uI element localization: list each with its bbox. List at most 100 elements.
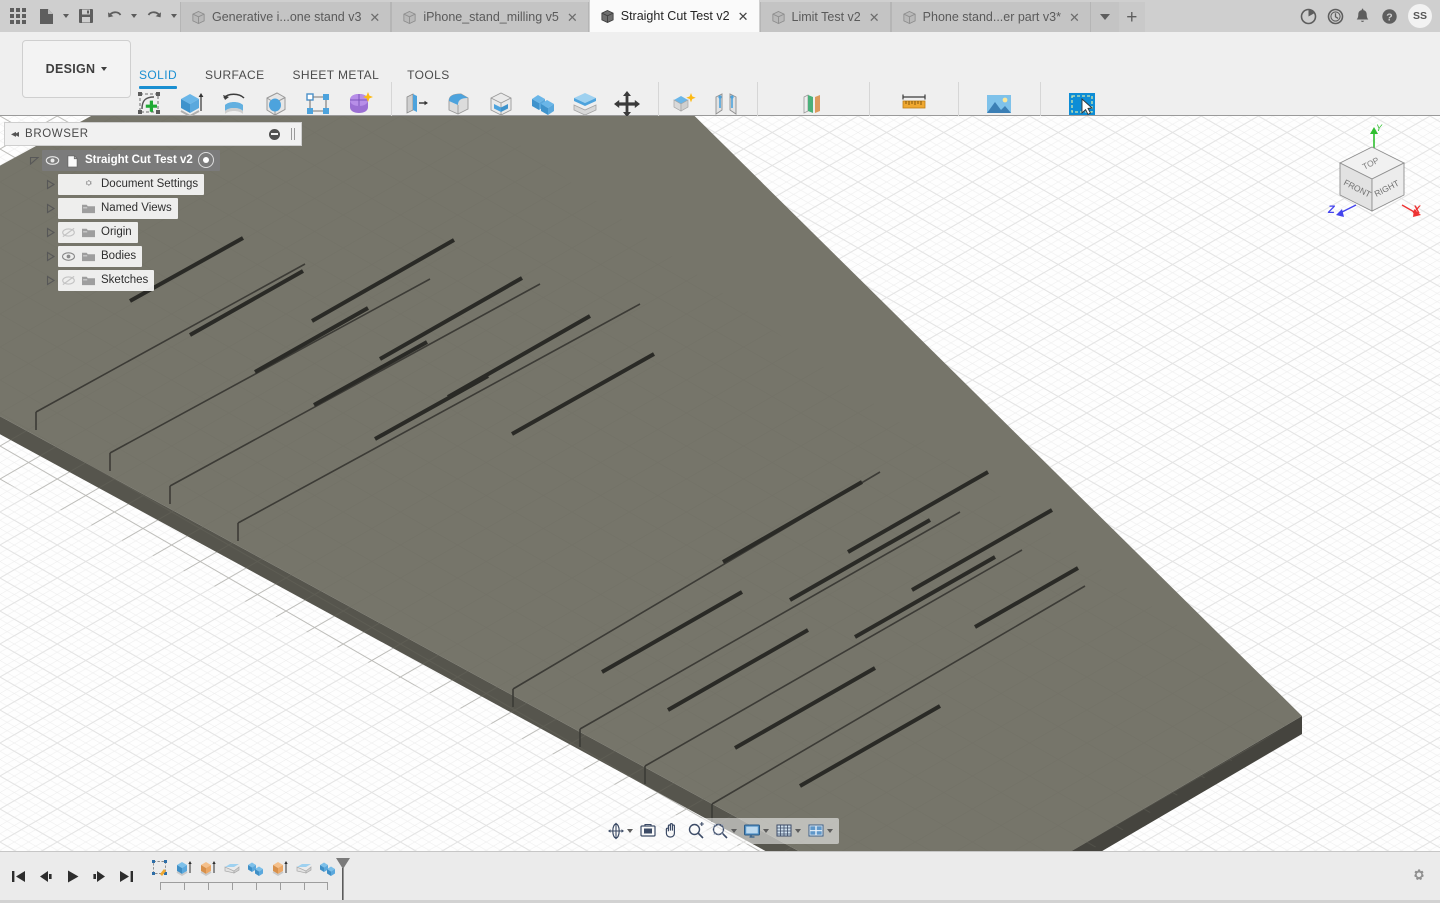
browser-item-document-settings-chip[interactable]: Document Settings bbox=[58, 174, 204, 195]
undo-dropdown-caret[interactable] bbox=[128, 2, 140, 30]
document-tab-0[interactable]: Generative i...one stand v3 ✕ bbox=[180, 2, 391, 32]
chevron-right-icon[interactable] bbox=[42, 203, 58, 214]
tab-tools-label: TOOLS bbox=[407, 68, 449, 82]
z-axis-label: Z bbox=[1327, 204, 1336, 216]
document-tabs: Generative i...one stand v3 ✕ iPhone_sta… bbox=[180, 0, 1295, 32]
minimize-icon[interactable] bbox=[269, 129, 280, 140]
timeline-feature-extrude-1[interactable] bbox=[172, 856, 196, 880]
browser-item-sketches-chip[interactable]: Sketches bbox=[58, 270, 154, 291]
chevron-down-icon[interactable] bbox=[627, 829, 633, 833]
viewports-icon[interactable] bbox=[805, 820, 835, 842]
timeline-feature-chamfer-1[interactable] bbox=[220, 856, 244, 880]
quick-access-toolbar bbox=[0, 0, 180, 32]
document-tab-4[interactable]: Phone stand...er part v3* ✕ bbox=[891, 2, 1091, 32]
document-tab-label: Phone stand...er part v3* bbox=[923, 10, 1061, 24]
chevron-down-icon[interactable] bbox=[731, 829, 737, 833]
cube-icon bbox=[191, 10, 206, 25]
play-icon[interactable] bbox=[60, 864, 84, 888]
document-tab-1[interactable]: iPhone_stand_milling v5 ✕ bbox=[391, 2, 588, 32]
help-icon[interactable]: ? bbox=[1376, 3, 1402, 29]
display-settings-icon[interactable] bbox=[741, 820, 771, 842]
timeline-track[interactable] bbox=[160, 882, 328, 890]
timeline-feature-sketch[interactable] bbox=[148, 856, 172, 880]
timeline-bar bbox=[0, 851, 1440, 900]
redo-dropdown-caret[interactable] bbox=[168, 2, 180, 30]
3d-viewport[interactable]: ◂◂ BROWSER Straight Cut Test v2 bbox=[0, 116, 1440, 900]
chevron-right-icon[interactable] bbox=[42, 275, 58, 286]
close-icon[interactable]: ✕ bbox=[736, 10, 751, 23]
x-axis-label: X bbox=[1412, 204, 1421, 216]
eye-hidden-icon[interactable] bbox=[61, 225, 76, 240]
look-at-icon[interactable] bbox=[637, 820, 659, 842]
document-icon bbox=[65, 153, 80, 168]
browser-item-named-views-chip[interactable]: Named Views bbox=[58, 198, 178, 219]
chevron-down-icon[interactable] bbox=[763, 829, 769, 833]
document-tab-2-active[interactable]: Straight Cut Test v2 ✕ bbox=[589, 0, 760, 32]
redo-icon[interactable] bbox=[140, 2, 168, 30]
browser-item-root[interactable]: Straight Cut Test v2 bbox=[4, 150, 302, 170]
chevron-expanded-icon[interactable] bbox=[26, 155, 42, 166]
timeline-feature-combine-1[interactable] bbox=[244, 856, 268, 880]
collapse-panel-icon[interactable]: ◂◂ bbox=[11, 129, 17, 140]
chevron-down-icon[interactable] bbox=[795, 829, 801, 833]
pan-icon[interactable] bbox=[661, 820, 683, 842]
timeline-feature-chamfer-2[interactable] bbox=[292, 856, 316, 880]
timeline-playback-controls bbox=[0, 864, 138, 888]
file-dropdown-caret[interactable] bbox=[60, 2, 72, 30]
chevron-right-icon[interactable] bbox=[42, 227, 58, 238]
go-to-end-icon[interactable] bbox=[114, 864, 138, 888]
avatar[interactable]: SS bbox=[1408, 4, 1432, 28]
document-tab-3[interactable]: Limit Test v2 ✕ bbox=[760, 2, 891, 32]
browser-item-root-chip[interactable]: Straight Cut Test v2 bbox=[42, 150, 220, 171]
fit-icon[interactable] bbox=[709, 820, 739, 842]
tab-surface-label: SURFACE bbox=[205, 68, 264, 82]
close-icon[interactable]: ✕ bbox=[367, 11, 382, 24]
extensions-icon[interactable] bbox=[1295, 3, 1321, 29]
browser-item-label: Named Views bbox=[101, 202, 172, 214]
eye-visible-icon[interactable] bbox=[61, 249, 76, 264]
folder-icon bbox=[81, 202, 96, 215]
close-icon[interactable]: ✕ bbox=[867, 11, 882, 24]
timeline-settings-gear-icon[interactable] bbox=[1406, 864, 1430, 888]
timeline-feature-extrude-3[interactable] bbox=[268, 856, 292, 880]
new-tab-button[interactable]: + bbox=[1119, 2, 1145, 32]
step-back-icon[interactable] bbox=[33, 864, 57, 888]
browser-item-sketches[interactable]: Sketches bbox=[4, 270, 302, 290]
timeline-marker[interactable] bbox=[336, 858, 350, 900]
chevron-down-icon[interactable] bbox=[827, 829, 833, 833]
chevron-right-icon[interactable] bbox=[42, 179, 58, 190]
app-grid-icon[interactable] bbox=[4, 2, 32, 30]
orbit-icon[interactable] bbox=[605, 820, 635, 842]
notifications-bell-icon[interactable] bbox=[1349, 3, 1375, 29]
tab-overflow-chevron-down-icon[interactable] bbox=[1091, 2, 1119, 32]
grid-snaps-icon[interactable] bbox=[773, 820, 803, 842]
file-icon[interactable] bbox=[32, 2, 60, 30]
browser-item-named-views[interactable]: Named Views bbox=[4, 198, 302, 218]
browser-item-bodies-chip[interactable]: Bodies bbox=[58, 246, 142, 267]
ribbon: DESIGN SOLID SURFACE SHEET METAL TOOLS bbox=[0, 32, 1440, 116]
browser-item-bodies[interactable]: Bodies bbox=[4, 246, 302, 266]
view-cube[interactable]: Y Z X TOP FRONT RIGHT bbox=[1310, 121, 1430, 231]
chevron-right-icon[interactable] bbox=[42, 251, 58, 262]
browser-item-label: Document Settings bbox=[101, 178, 198, 190]
zoom-icon[interactable] bbox=[685, 820, 707, 842]
eye-hidden-icon[interactable] bbox=[61, 273, 76, 288]
panel-resize-handle[interactable] bbox=[291, 128, 295, 140]
go-to-beginning-icon[interactable] bbox=[6, 864, 30, 888]
browser-item-origin-chip[interactable]: Origin bbox=[58, 222, 138, 243]
tab-sheet-metal-label: SHEET METAL bbox=[293, 68, 380, 82]
browser-item-document-settings[interactable]: Document Settings bbox=[4, 174, 302, 194]
close-icon[interactable]: ✕ bbox=[565, 11, 580, 24]
eye-visible-icon[interactable] bbox=[45, 153, 60, 168]
activate-component-radio[interactable] bbox=[198, 152, 214, 168]
workspace-switcher-button[interactable]: DESIGN bbox=[22, 40, 131, 98]
timeline-feature-extrude-2[interactable] bbox=[196, 856, 220, 880]
browser-title: BROWSER bbox=[25, 128, 89, 140]
browser-item-origin[interactable]: Origin bbox=[4, 222, 302, 242]
step-forward-icon[interactable] bbox=[87, 864, 111, 888]
undo-icon[interactable] bbox=[100, 2, 128, 30]
browser-panel: ◂◂ BROWSER Straight Cut Test v2 bbox=[4, 122, 302, 294]
job-status-icon[interactable] bbox=[1322, 3, 1348, 29]
save-icon[interactable] bbox=[72, 2, 100, 30]
close-icon[interactable]: ✕ bbox=[1067, 11, 1082, 24]
